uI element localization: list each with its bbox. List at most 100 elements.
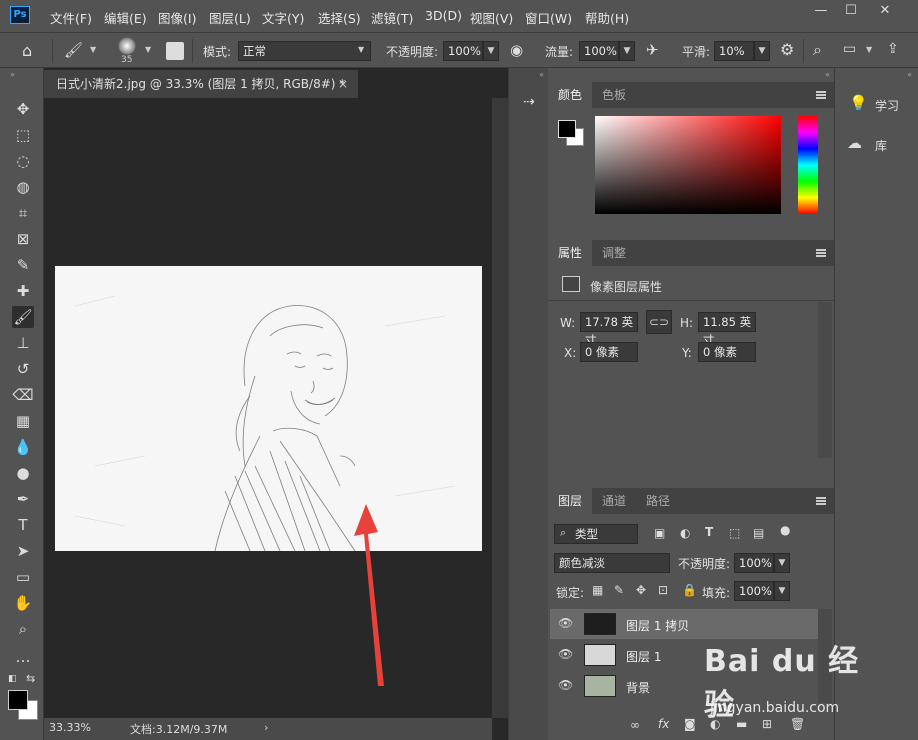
tab-layers[interactable]: 图层 bbox=[548, 488, 593, 514]
pressure-opacity-icon[interactable]: ◉ bbox=[510, 41, 523, 59]
type-tool-icon[interactable]: T bbox=[12, 514, 34, 536]
lock-pixels-icon[interactable]: ✎ bbox=[614, 583, 624, 597]
marquee-tool-icon[interactable]: ⬚ bbox=[12, 124, 34, 146]
tab-paths[interactable]: 路径 bbox=[636, 488, 680, 514]
vertical-scrollbar[interactable] bbox=[492, 98, 508, 718]
color-field[interactable] bbox=[595, 116, 781, 214]
y-field[interactable]: 0 像素 bbox=[698, 342, 756, 362]
lock-position-icon[interactable]: ✥ bbox=[636, 583, 646, 597]
healing-brush-tool-icon[interactable]: ✚ bbox=[12, 280, 34, 302]
tab-color[interactable]: 颜色 bbox=[548, 82, 593, 108]
menu-layer[interactable]: 图层(L) bbox=[209, 8, 251, 27]
default-colors-icon[interactable]: ◧ bbox=[8, 674, 17, 684]
learn-panel-button[interactable]: 💡 学习 bbox=[835, 90, 918, 120]
opacity-dropdown[interactable]: ▼ bbox=[483, 41, 499, 61]
airbrush-icon[interactable]: ✈ bbox=[646, 41, 659, 59]
crop-tool-icon[interactable]: ⌗ bbox=[12, 202, 34, 224]
gradient-tool-icon[interactable]: ▦ bbox=[12, 410, 34, 432]
tab-channels[interactable]: 通道 bbox=[592, 488, 636, 514]
visibility-eye-icon[interactable]: 👁 bbox=[558, 647, 573, 661]
x-field[interactable]: 0 像素 bbox=[580, 342, 638, 362]
panel-menu-icon[interactable] bbox=[816, 91, 826, 99]
layer-opacity-field[interactable]: 100% bbox=[734, 553, 774, 573]
lock-transparency-icon[interactable]: ▦ bbox=[592, 583, 603, 597]
brush-tool-icon[interactable]: 🖌 bbox=[12, 306, 34, 328]
link-layers-icon[interactable]: ∞ bbox=[630, 718, 640, 732]
blur-tool-icon[interactable]: 💧 bbox=[12, 436, 34, 458]
menu-3d[interactable]: 3D(D) bbox=[425, 8, 462, 23]
menu-window[interactable]: 窗口(W) bbox=[525, 8, 572, 27]
mode-select[interactable]: 正常 bbox=[238, 41, 371, 61]
foreground-color-swatch[interactable] bbox=[8, 690, 28, 710]
menu-file[interactable]: 文件(F) bbox=[50, 8, 92, 27]
filter-adjustment-icon[interactable]: ◐ bbox=[680, 526, 690, 540]
chevron-down-icon[interactable]: ▼ bbox=[90, 45, 96, 54]
filter-shape-icon[interactable]: ⬚ bbox=[729, 526, 740, 540]
quick-select-tool-icon[interactable]: ◍ bbox=[12, 176, 34, 198]
workspace-icon[interactable]: ▭ bbox=[843, 41, 856, 57]
fill-field[interactable]: 100% bbox=[734, 581, 774, 601]
home-icon[interactable]: ⌂ bbox=[22, 41, 32, 60]
history-panel-icon[interactable]: ⇢ bbox=[517, 90, 541, 114]
filter-type-icon[interactable]: T bbox=[705, 525, 713, 539]
library-panel-button[interactable]: ☁ 库 bbox=[835, 130, 918, 160]
blend-mode-select[interactable]: 颜色减淡 bbox=[554, 553, 670, 573]
move-tool-icon[interactable]: ✥ bbox=[12, 98, 34, 120]
swap-colors-icon[interactable]: ⇆ bbox=[26, 672, 35, 685]
zoom-tool-icon[interactable]: ⌕ bbox=[12, 618, 34, 640]
visibility-eye-icon[interactable]: 👁 bbox=[558, 616, 573, 630]
new-group-icon[interactable]: ▬ bbox=[736, 717, 747, 731]
hand-tool-icon[interactable]: ✋ bbox=[12, 592, 34, 614]
collapse-icon[interactable]: « bbox=[825, 70, 830, 79]
flow-dropdown[interactable]: ▼ bbox=[619, 41, 635, 61]
panel-menu-icon[interactable] bbox=[816, 497, 826, 505]
collapse-icon[interactable]: » bbox=[10, 70, 15, 79]
height-field[interactable]: 11.85 英寸 bbox=[698, 312, 756, 347]
fill-dropdown[interactable]: ▼ bbox=[774, 581, 790, 601]
new-layer-icon[interactable]: ⊞ bbox=[762, 717, 772, 731]
document-tab[interactable]: 日式小清新2.jpg @ 33.3% (图层 1 拷贝, RGB/8#) * × bbox=[44, 70, 358, 98]
menu-help[interactable]: 帮助(H) bbox=[585, 8, 629, 27]
properties-scrollbar[interactable] bbox=[818, 302, 832, 458]
brush-tip-icon[interactable] bbox=[118, 37, 136, 55]
stamp-tool-icon[interactable]: ⊥ bbox=[12, 332, 34, 354]
zoom-level[interactable]: 33.33% bbox=[49, 721, 91, 734]
minimize-button[interactable]: — bbox=[806, 3, 836, 21]
layer-filter-select[interactable]: 类型 bbox=[554, 524, 638, 544]
collapse-icon[interactable]: « bbox=[539, 70, 544, 79]
pen-tool-icon[interactable]: ✒ bbox=[12, 488, 34, 510]
tab-properties[interactable]: 属性 bbox=[548, 240, 593, 266]
close-button[interactable]: ✕ bbox=[870, 3, 900, 21]
foreground-color-chip[interactable] bbox=[558, 120, 576, 138]
collapse-icon[interactable]: « bbox=[907, 70, 912, 79]
tab-swatches[interactable]: 色板 bbox=[592, 82, 636, 108]
close-tab-icon[interactable]: × bbox=[338, 70, 348, 98]
menu-type[interactable]: 文字(Y) bbox=[262, 8, 304, 27]
smooth-field[interactable]: 10% bbox=[714, 41, 754, 61]
gear-icon[interactable]: ⚙ bbox=[780, 40, 794, 59]
menu-edit[interactable]: 编辑(E) bbox=[104, 8, 147, 27]
sketch-image[interactable] bbox=[55, 266, 482, 551]
flow-field[interactable]: 100% bbox=[579, 41, 619, 61]
layer-opacity-dropdown[interactable]: ▼ bbox=[774, 553, 790, 573]
chevron-down-icon[interactable]: ▼ bbox=[145, 45, 151, 54]
link-icon[interactable]: ⊂⊃ bbox=[646, 310, 672, 334]
width-field[interactable]: 17.78 英寸 bbox=[580, 312, 638, 347]
share-icon[interactable]: ⇪ bbox=[887, 41, 899, 57]
maximize-button[interactable]: ☐ bbox=[836, 3, 866, 21]
frame-tool-icon[interactable]: ⊠ bbox=[12, 228, 34, 250]
trash-icon[interactable]: 🗑 bbox=[790, 717, 805, 731]
menu-view[interactable]: 视图(V) bbox=[470, 8, 513, 27]
filter-pixel-icon[interactable]: ▣ bbox=[654, 526, 665, 540]
layer-row[interactable]: 👁 图层 1 拷贝 bbox=[550, 609, 818, 639]
add-mask-icon[interactable]: ◙ bbox=[684, 717, 696, 731]
rectangle-tool-icon[interactable]: ▭ bbox=[12, 566, 34, 588]
eraser-tool-icon[interactable]: ⌫ bbox=[12, 384, 34, 406]
lock-artboard-icon[interactable]: ⊡ bbox=[658, 583, 668, 597]
chevron-right-icon[interactable]: › bbox=[264, 721, 268, 734]
chevron-down-icon[interactable]: ▼ bbox=[866, 45, 872, 54]
search-icon[interactable]: ⌕ bbox=[813, 40, 822, 60]
menu-select[interactable]: 选择(S) bbox=[318, 8, 361, 27]
visibility-eye-icon[interactable]: 👁 bbox=[558, 678, 573, 692]
filter-smart-object-icon[interactable]: ▤ bbox=[753, 526, 764, 540]
